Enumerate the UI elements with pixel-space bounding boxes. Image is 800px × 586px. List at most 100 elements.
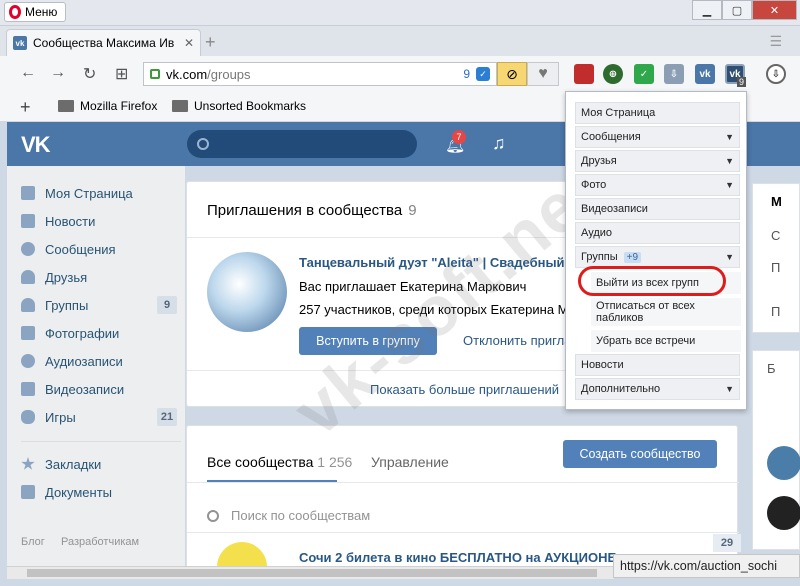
right-column: М С П П xyxy=(752,183,800,333)
vk-ext-icon[interactable]: vk xyxy=(695,64,715,84)
news-icon xyxy=(21,214,35,228)
groups-badge: 9 xyxy=(157,296,177,314)
download-manager-icon[interactable]: ⇩ xyxy=(766,64,786,84)
menu-audio[interactable]: Аудиозаписи xyxy=(21,349,181,373)
add-bookmark-icon[interactable]: + xyxy=(20,97,31,118)
new-tab-icon[interactable]: + xyxy=(205,32,216,53)
maximize-button[interactable]: ▢ xyxy=(722,0,752,20)
tab-vk-groups[interactable]: vk Сообщества Максима Ив ✕ xyxy=(6,29,201,56)
divider xyxy=(187,532,739,533)
person-icon xyxy=(21,270,35,284)
user-avatar[interactable] xyxy=(767,446,800,480)
arrow-down-icon: ▼ xyxy=(725,180,734,190)
bookmark-mozilla-firefox[interactable]: Mozilla Firefox xyxy=(58,99,157,113)
opera-menu-button[interactable]: Меню xyxy=(4,2,67,22)
dd-messages[interactable]: Сообщения ▼ xyxy=(575,126,740,148)
menu-friends[interactable]: Друзья xyxy=(21,265,181,289)
dd-groups[interactable]: Группы +9 ▼ xyxy=(575,246,740,268)
invitations-title: Приглашения в сообщества 9 xyxy=(207,202,417,219)
adblock-icon[interactable]: ⊘ xyxy=(497,62,527,86)
vk-extension-dropdown: Моя Страница Сообщения ▼ Друзья ▼ Фото ▼ Ви… xyxy=(565,91,747,410)
tab-all-communities[interactable]: Все сообщества 1 256 xyxy=(207,454,352,470)
join-group-button[interactable]: Вступить в группу xyxy=(299,327,437,355)
menu-messages[interactable]: Сообщения xyxy=(21,237,181,261)
reload-icon[interactable]: ↻ xyxy=(83,64,96,84)
folder-icon xyxy=(58,100,74,112)
right-letter[interactable]: П xyxy=(771,260,780,275)
decline-invitation-link[interactable]: Отклонить пригла xyxy=(463,333,571,348)
gamepad-icon xyxy=(21,410,35,424)
speed-dial-icon[interactable]: ⊞ xyxy=(115,64,128,84)
community-search-input[interactable]: Поиск по сообществам xyxy=(207,508,370,523)
back-icon[interactable]: ← xyxy=(20,64,36,82)
menu-label: Меню xyxy=(25,5,58,19)
show-more-invitations-link[interactable]: Показать больше приглашений xyxy=(370,382,559,397)
heart-icon[interactable]: ♥ xyxy=(527,62,559,86)
horizontal-scrollbar[interactable] xyxy=(7,566,614,579)
forward-icon[interactable]: → xyxy=(50,64,66,82)
close-window-button[interactable]: ✕ xyxy=(752,0,797,20)
bookmark-ext-icon[interactable] xyxy=(574,64,594,84)
menu-groups[interactable]: Группы 9 xyxy=(21,293,181,317)
tab-menu-icon[interactable]: ☰ xyxy=(769,33,782,50)
create-community-button[interactable]: Создать сообщество xyxy=(563,440,717,468)
shield-ext-icon[interactable]: ✓ xyxy=(634,64,654,84)
dd-remove-all-events[interactable]: Убрать все встречи xyxy=(591,330,741,352)
scrollbar-thumb[interactable] xyxy=(27,569,597,577)
arrow-down-icon: ▼ xyxy=(725,132,734,142)
right-letter[interactable]: П xyxy=(771,304,780,319)
search-icon xyxy=(197,138,209,150)
dd-audio[interactable]: Аудио xyxy=(575,222,740,244)
star-icon xyxy=(21,457,35,470)
ext-badge: 9 xyxy=(737,77,747,87)
tab-close-icon[interactable]: ✕ xyxy=(184,36,194,50)
document-icon xyxy=(21,485,35,499)
title-bar: Меню ▁ ▢ ✕ xyxy=(0,0,800,26)
menu-photos[interactable]: Фотографии xyxy=(21,321,181,345)
menu-bookmarks[interactable]: Закладки xyxy=(21,452,181,476)
dd-unsubscribe-all-publics[interactable]: Отписаться от всех пабликов xyxy=(591,298,741,326)
right-letter[interactable]: Б xyxy=(767,361,776,376)
dd-friends[interactable]: Друзья ▼ xyxy=(575,150,740,172)
highlight-oval xyxy=(578,266,726,296)
vk-search-input[interactable] xyxy=(187,130,417,158)
community-name[interactable]: Сочи 2 билета в кино БЕСПЛАТНО на АУКЦИО… xyxy=(299,550,616,565)
vk-logo-icon[interactable]: VK xyxy=(21,132,51,158)
minimize-button[interactable]: ▁ xyxy=(692,0,722,20)
bookmark-unsorted[interactable]: Unsorted Bookmarks xyxy=(172,99,306,113)
menu-news[interactable]: Новости xyxy=(21,209,181,233)
url-text[interactable]: vk.com/groups xyxy=(166,67,457,82)
navigation-bar: ← → ↻ ⊞ vk.com/groups 9 ✓ ⊘ ♥ ⊕ ✓ ⇩ vk v… xyxy=(0,56,800,92)
right-letter[interactable]: М xyxy=(771,194,782,209)
search-icon xyxy=(207,509,219,522)
download-ext-icon[interactable]: ⇩ xyxy=(664,64,684,84)
dd-more[interactable]: Дополнительно ▼ xyxy=(575,378,740,400)
right-letter[interactable]: С xyxy=(771,228,780,243)
arrow-down-icon: ▼ xyxy=(725,384,734,394)
dd-photos[interactable]: Фото ▼ xyxy=(575,174,740,196)
address-bar[interactable]: vk.com/groups 9 ✓ xyxy=(143,62,497,86)
menu-video[interactable]: Видеозаписи xyxy=(21,377,181,401)
lock-icon xyxy=(150,69,160,79)
opera-logo-icon xyxy=(9,5,21,19)
url-badge-count: 9 xyxy=(463,67,470,81)
dd-news[interactable]: Новости xyxy=(575,354,740,376)
dd-video[interactable]: Видеозаписи xyxy=(575,198,740,220)
menu-games[interactable]: Игры 21 xyxy=(21,405,181,429)
music-icon[interactable]: ♫ xyxy=(492,133,506,154)
shield-icon[interactable]: ✓ xyxy=(476,67,490,81)
games-badge: 21 xyxy=(157,408,177,426)
invited-group-name[interactable]: Танцевальный дуэт "Aleita" | Свадебный т… xyxy=(299,255,590,270)
tab-manage[interactable]: Управление xyxy=(371,454,449,470)
user-avatar[interactable] xyxy=(767,496,800,530)
globe-ext-icon[interactable]: ⊕ xyxy=(603,64,623,84)
footer-developers-link[interactable]: Разработчикам xyxy=(61,536,139,548)
invited-by-text: Вас приглашает Екатерина Маркович xyxy=(299,279,527,294)
tab-bar: vk Сообщества Максима Ив ✕ + ☰ xyxy=(0,26,800,56)
group-avatar[interactable] xyxy=(207,252,287,332)
menu-my-page[interactable]: Моя Страница xyxy=(21,181,181,205)
footer-blog-link[interactable]: Блог xyxy=(21,536,45,548)
music-note-icon xyxy=(21,354,35,368)
dd-my-page[interactable]: Моя Страница xyxy=(575,102,740,124)
menu-documents[interactable]: Документы xyxy=(21,480,181,504)
